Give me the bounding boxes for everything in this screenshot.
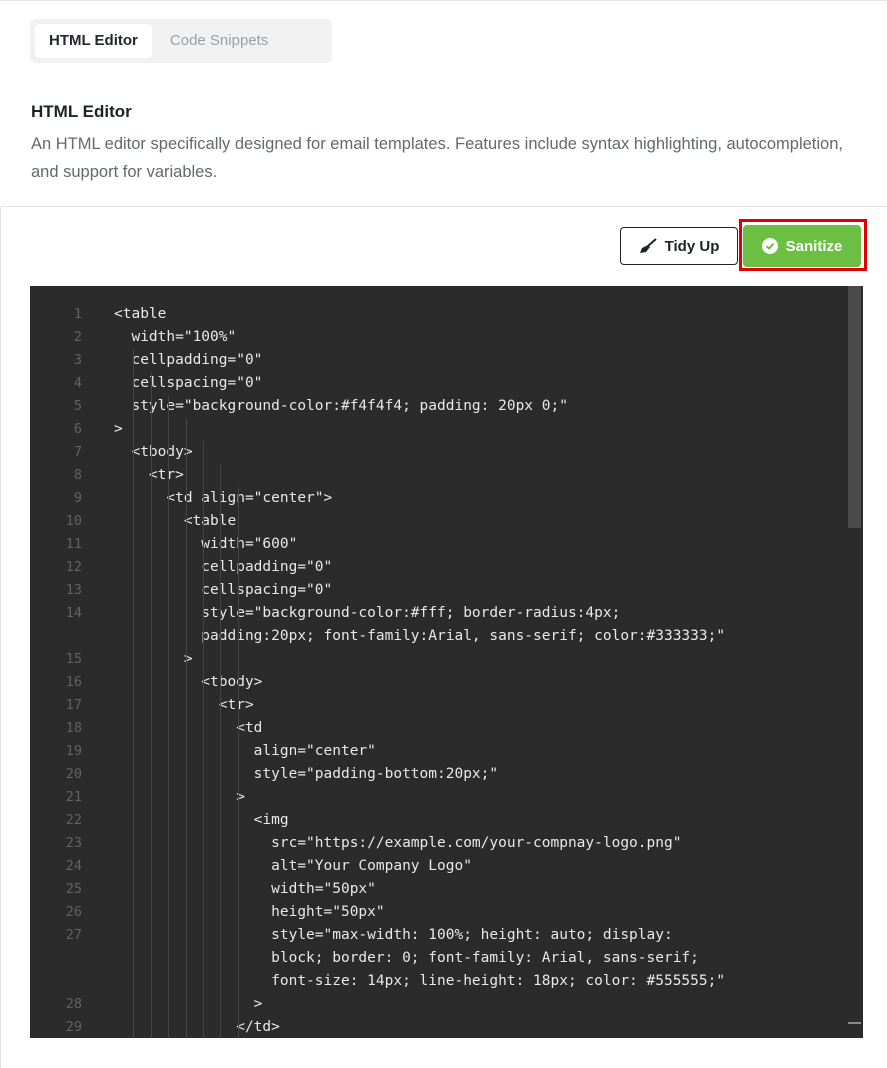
divider [0, 206, 887, 207]
indent-guide [185, 418, 187, 1038]
code-line: <td align="center"> [114, 490, 333, 506]
code-line: block; border: 0; font-family: Arial, sa… [114, 950, 699, 966]
line-number: 5 [73, 398, 82, 414]
editor-scrollbar-thumb[interactable] [848, 286, 861, 528]
indent-guide [220, 464, 222, 1038]
indent-guide [237, 487, 239, 1038]
line-number: 14 [65, 605, 82, 621]
code-line: > [114, 651, 193, 667]
line-number: 3 [73, 352, 82, 368]
code-line: width="50px" [114, 881, 376, 897]
indent-guide [150, 372, 152, 1038]
line-number: 6 [73, 421, 82, 437]
sanitize-label: Sanitize [785, 237, 843, 255]
line-number: 24 [65, 858, 82, 874]
line-number: 23 [65, 835, 82, 851]
code-line: width="100%" [114, 329, 237, 345]
code-line: align="center" [114, 743, 376, 759]
code-line: <tbody> [114, 674, 263, 690]
code-editor[interactable]: 1 <table 2 width="100%" 3 cellpadding="0" 4 … [30, 286, 863, 1038]
tidy-up-label: Tidy Up [664, 237, 720, 255]
panel-left-border [0, 207, 1, 1068]
indent-guide [168, 395, 170, 1038]
section-description: An HTML editor specifically designed for… [31, 135, 843, 181]
tidy-up-button[interactable]: Tidy Up [620, 227, 738, 265]
line-number: 22 [65, 812, 82, 828]
code-line: </td> [114, 1019, 280, 1035]
code-line: style="background-color:#f4f4f4; padding… [114, 398, 568, 414]
code-line: > [114, 421, 123, 437]
top-border [0, 0, 887, 1]
line-number: 12 [65, 559, 82, 575]
line-number: 20 [65, 766, 82, 782]
line-number: 19 [65, 743, 82, 759]
line-number: 27 [65, 927, 82, 943]
line-number: 1 [73, 306, 82, 322]
code-line: <img [114, 812, 289, 828]
code-line: cellpadding="0" [114, 352, 263, 368]
line-number: 10 [65, 513, 82, 529]
code-line: <table [114, 306, 167, 322]
indent-guide [133, 349, 135, 1038]
line-number: 16 [65, 674, 82, 690]
code-line: <tr> [114, 697, 254, 713]
line-number: 26 [65, 904, 82, 920]
line-number: 18 [65, 720, 82, 736]
line-number: 13 [65, 582, 82, 598]
tab-code-snippets[interactable]: Code Snippets [156, 24, 282, 58]
line-number: 7 [73, 444, 82, 460]
line-number: 11 [65, 536, 82, 552]
broom-icon [639, 238, 657, 253]
code-line: padding:20px; font-family:Arial, sans-se… [114, 628, 726, 644]
line-number: 9 [73, 490, 82, 506]
code-line: width="600" [114, 536, 298, 552]
code-line: style="padding-bottom:20px;" [114, 766, 499, 782]
code-line: font-size: 14px; line-height: 18px; colo… [114, 973, 726, 989]
line-number: 29 [65, 1019, 82, 1035]
indent-guide [203, 441, 204, 1038]
line-number: 15 [65, 651, 82, 667]
section-title: HTML Editor [31, 102, 132, 121]
code-line: <tbody> [114, 444, 193, 460]
line-number [30, 970, 82, 993]
code-line: style="max-width: 100%; height: auto; di… [114, 927, 673, 943]
line-number: 28 [65, 996, 82, 1012]
line-number: 2 [73, 329, 82, 345]
line-number [30, 947, 82, 970]
line-number: 21 [65, 789, 82, 805]
line-number: 8 [73, 467, 82, 483]
code-line: <td [114, 720, 263, 736]
line-number [30, 625, 82, 648]
code-line: height="50px" [114, 904, 385, 920]
code-line: <tr> [114, 467, 184, 483]
scrollbar-marker [848, 1022, 861, 1024]
code-line: cellspacing="0" [114, 375, 263, 391]
code-line: cellpadding="0" [114, 559, 333, 575]
editor-scrollbar[interactable] [846, 286, 863, 1038]
line-number: 25 [65, 881, 82, 897]
code-line: <table [114, 513, 237, 529]
code-line: > [114, 996, 263, 1012]
editor-tabs: HTML Editor Code Snippets [30, 19, 332, 63]
code-line: cellspacing="0" [114, 582, 333, 598]
check-circle-icon [761, 238, 778, 254]
code-line: src="https://example.com/your-compnay-lo… [114, 835, 682, 851]
line-number: 17 [65, 697, 82, 713]
code-line: style="background-color:#fff; border-rad… [114, 605, 621, 621]
line-number: 4 [73, 375, 82, 391]
tab-html-editor[interactable]: HTML Editor [35, 24, 152, 58]
sanitize-button[interactable]: Sanitize [743, 225, 861, 267]
